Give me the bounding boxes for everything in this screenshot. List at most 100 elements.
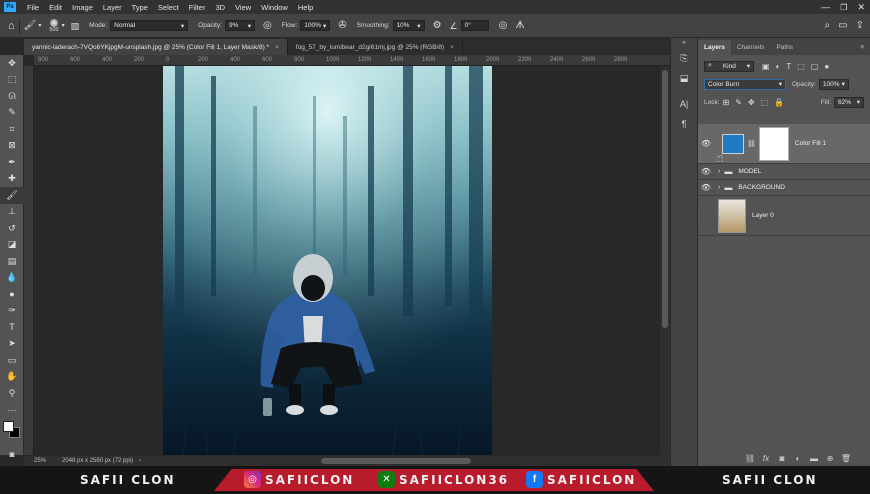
- eye-icon[interactable]: 👁: [698, 183, 714, 192]
- tab-channels[interactable]: Channels: [731, 40, 770, 55]
- shape-filter-icon[interactable]: ⬚: [797, 62, 805, 71]
- dodge-tool-icon[interactable]: ●: [0, 286, 24, 303]
- path-select-tool-icon[interactable]: ➤: [0, 336, 24, 353]
- layer-mask-thumbnail[interactable]: [758, 126, 789, 161]
- close-icon[interactable]: ×: [450, 44, 454, 51]
- foreground-color-swatch[interactable]: [3, 421, 14, 432]
- pressure-opacity-icon[interactable]: ◎: [263, 20, 272, 31]
- menu-filter[interactable]: Filter: [184, 3, 211, 12]
- blend-mode-select[interactable]: Color Burn ▾: [704, 78, 786, 90]
- link-layers-icon[interactable]: ⛓: [742, 454, 758, 463]
- pen-tool-icon[interactable]: ✑: [0, 303, 24, 320]
- horizontal-scrollbar[interactable]: [176, 456, 670, 466]
- airbrush-icon[interactable]: ✇: [338, 20, 346, 31]
- adjustments-panel-icon[interactable]: ⬓: [671, 68, 697, 88]
- link-icon[interactable]: ⛓: [747, 140, 756, 148]
- smart-object-filter-icon[interactable]: ▢: [811, 62, 819, 71]
- brush-tool-icon[interactable]: 🖌: [24, 20, 37, 31]
- layer-row-model[interactable]: 👁 › ▬ MODEL: [698, 164, 870, 180]
- menu-type[interactable]: Type: [127, 3, 153, 12]
- pressure-size-icon[interactable]: ◎: [499, 20, 508, 31]
- menu-view[interactable]: View: [230, 3, 256, 12]
- clone-stamp-tool-icon[interactable]: ⊥: [0, 204, 24, 221]
- eraser-tool-icon[interactable]: ◪: [0, 237, 24, 254]
- scrollbar-thumb[interactable]: [321, 458, 471, 464]
- brush-tool-icon[interactable]: 🖌: [0, 187, 24, 204]
- close-icon[interactable]: ×: [275, 44, 279, 51]
- chevron-right-icon[interactable]: ›: [139, 458, 141, 464]
- lock-transparent-icon[interactable]: ⊞: [723, 98, 730, 107]
- lasso-tool-icon[interactable]: ᘏ: [0, 88, 24, 105]
- history-brush-tool-icon[interactable]: ↺: [0, 220, 24, 237]
- eye-icon[interactable]: 👁: [698, 139, 714, 148]
- panel-menu-icon[interactable]: ≡: [854, 40, 870, 55]
- quick-mask-icon[interactable]: ◙: [0, 446, 24, 463]
- menu-file[interactable]: File: [22, 3, 44, 12]
- trash-icon[interactable]: 🗑: [838, 454, 854, 463]
- layer-name[interactable]: Layer 0: [752, 212, 774, 219]
- menu-layer[interactable]: Layer: [98, 3, 127, 12]
- menu-help[interactable]: Help: [293, 3, 318, 12]
- adjustment-filter-icon[interactable]: ◐: [776, 62, 781, 71]
- smoothing-input[interactable]: 10% ▾: [392, 20, 425, 31]
- brush-preset-picker[interactable]: 500: [49, 18, 59, 33]
- fill-input[interactable]: 62% ▾: [834, 96, 864, 108]
- maximize-icon[interactable]: ❐: [835, 3, 852, 12]
- gear-icon[interactable]: ⚙: [433, 20, 442, 31]
- photoshop-logo[interactable]: Ps: [4, 2, 16, 12]
- paragraph-panel-icon[interactable]: ¶: [671, 114, 697, 134]
- history-panel-icon[interactable]: ⎘: [671, 48, 697, 68]
- tab-fog-document[interactable]: fog_57_by_lumibear_d2gi61mj.jpg @ 25% (R…: [288, 39, 463, 55]
- mode-select[interactable]: Normal ▾: [110, 20, 189, 31]
- flow-input[interactable]: 100% ▾: [300, 20, 331, 31]
- hand-tool-icon[interactable]: ✋: [0, 369, 24, 386]
- eye-icon[interactable]: 👁: [698, 167, 714, 176]
- zoom-level[interactable]: 25%: [34, 458, 46, 464]
- lock-position-icon[interactable]: ✥: [748, 98, 755, 107]
- rectangle-tool-icon[interactable]: ▭: [0, 352, 24, 369]
- layer-thumbnail[interactable]: [722, 133, 744, 154]
- chevron-right-icon[interactable]: ›: [718, 184, 720, 191]
- angle-icon[interactable]: ∠: [450, 21, 458, 31]
- layer-row-background[interactable]: 👁 › ▬ BACKGROUND: [698, 180, 870, 196]
- frame-tool-icon[interactable]: ⊠: [0, 138, 24, 155]
- close-window-icon[interactable]: ✕: [852, 2, 870, 13]
- move-tool-icon[interactable]: ✥: [0, 55, 24, 72]
- brush-settings-icon[interactable]: ▧: [71, 21, 80, 31]
- chevron-down-icon[interactable]: ▾: [62, 21, 65, 31]
- opacity-input[interactable]: 9% ▾: [225, 20, 256, 31]
- filter-toggle-icon[interactable]: ●: [824, 62, 829, 71]
- collapse-arrows-icon[interactable]: «: [671, 38, 697, 48]
- marquee-tool-icon[interactable]: ⬚: [0, 72, 24, 89]
- layer-thumbnail[interactable]: [718, 198, 746, 233]
- lock-image-icon[interactable]: ✎: [735, 98, 742, 107]
- zoom-tool-icon[interactable]: ⚲: [0, 385, 24, 402]
- layer-row-layer-0[interactable]: ▢ Layer 0: [698, 196, 870, 236]
- lock-all-icon[interactable]: 🔒: [774, 98, 784, 107]
- fx-icon[interactable]: fx: [758, 454, 774, 463]
- menu-edit[interactable]: Edit: [44, 3, 67, 12]
- layer-name[interactable]: Color Fill 1: [795, 140, 826, 147]
- tab-layers[interactable]: Layers: [698, 40, 731, 55]
- workspace-icon[interactable]: ▭: [838, 20, 847, 31]
- vertical-scrollbar[interactable]: [660, 66, 670, 455]
- chevron-down-icon[interactable]: ▾: [38, 21, 41, 31]
- tab-yannic-document[interactable]: yannic-laderach-7VQo6YKjpgM-unsplash.jpg…: [24, 39, 288, 55]
- layer-name[interactable]: MODEL: [738, 168, 761, 175]
- document-image[interactable]: [163, 66, 492, 455]
- pixel-filter-icon[interactable]: ▣: [762, 62, 770, 71]
- angle-input[interactable]: 0°: [460, 20, 489, 31]
- tab-paths[interactable]: Paths: [770, 40, 799, 55]
- lock-artboard-icon[interactable]: ⬚: [761, 98, 769, 107]
- menu-select[interactable]: Select: [153, 3, 184, 12]
- eyedropper-tool-icon[interactable]: ✒: [0, 154, 24, 171]
- search-icon[interactable]: ⌕: [825, 20, 831, 31]
- quick-select-tool-icon[interactable]: ✎: [0, 105, 24, 122]
- chevron-right-icon[interactable]: ›: [718, 168, 720, 175]
- healing-brush-tool-icon[interactable]: ✚: [0, 171, 24, 188]
- symmetry-icon[interactable]: ᗑ: [515, 20, 524, 31]
- crop-tool-icon[interactable]: ⌗: [0, 121, 24, 138]
- blur-tool-icon[interactable]: 💧: [0, 270, 24, 287]
- canvas-area[interactable]: [34, 66, 660, 455]
- minimize-icon[interactable]: —: [816, 2, 835, 12]
